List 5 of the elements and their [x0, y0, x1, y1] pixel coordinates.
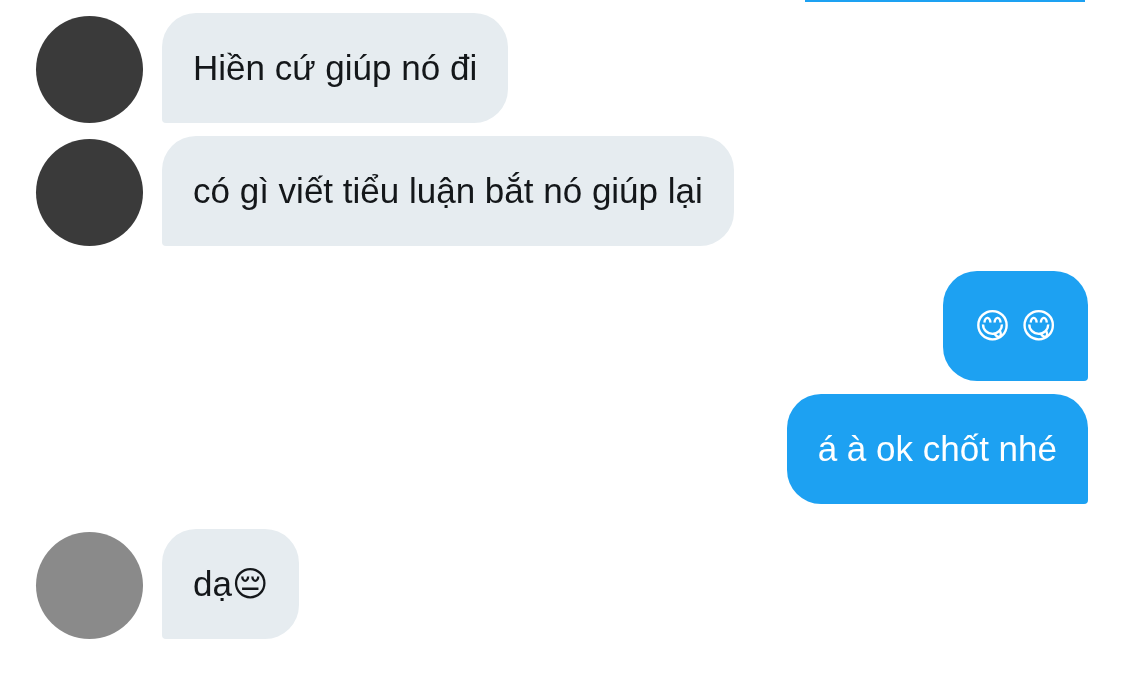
message-bubble: có gì viết tiểu luận bắt nó giúp lại: [162, 136, 734, 246]
message-bubble: 😋 😋: [943, 271, 1088, 381]
message-bubble: dạ😔: [162, 529, 300, 639]
message-bubble: Hiền cứ giúp nó đi: [162, 13, 509, 123]
message-bubble: á à ok chốt nhé: [786, 394, 1088, 504]
